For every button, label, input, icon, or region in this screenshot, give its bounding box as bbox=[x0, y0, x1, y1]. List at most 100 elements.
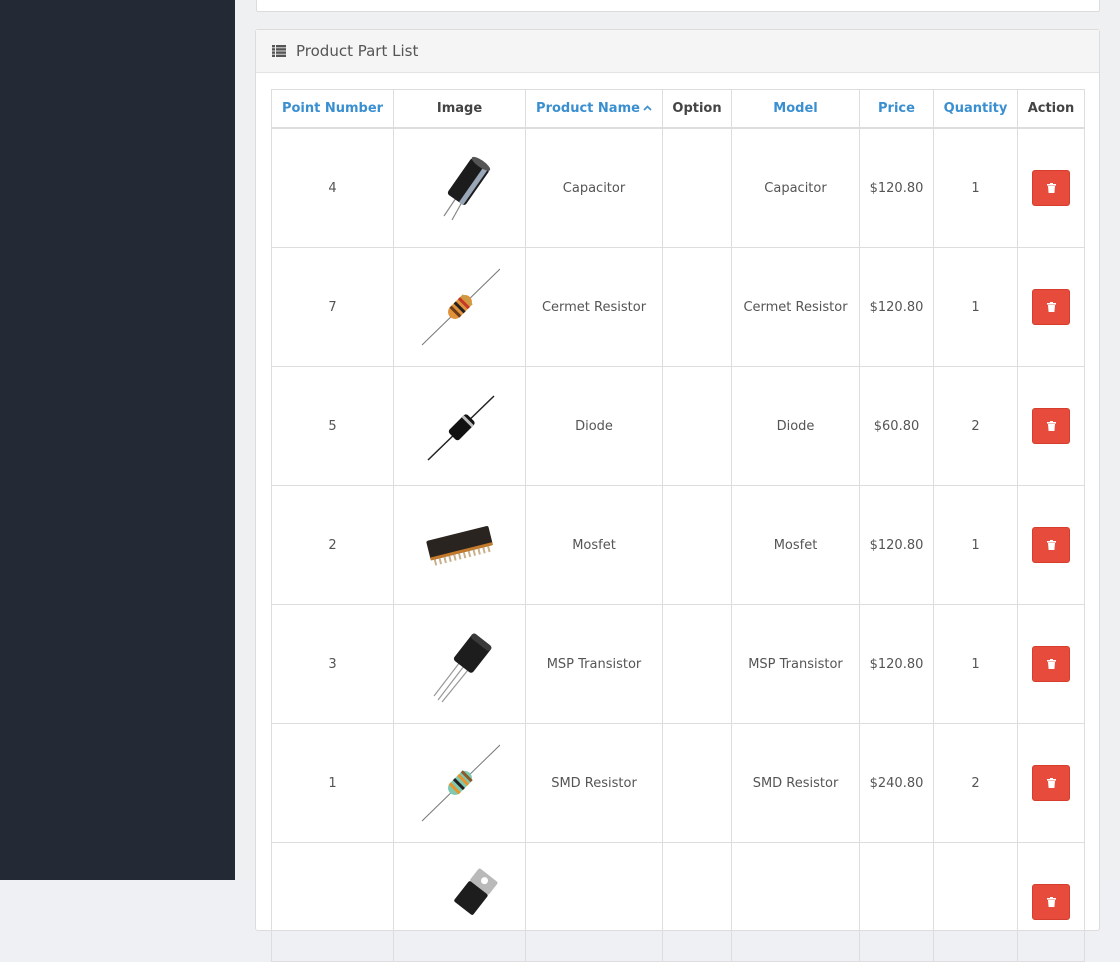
main-content: Product Part List Point Number Image Pro… bbox=[235, 0, 1120, 962]
model-cell: Mosfet bbox=[731, 485, 860, 605]
model-cell: Diode bbox=[731, 366, 860, 486]
product-name-cell: Mosfet bbox=[525, 485, 663, 605]
table-row: 3 MSP Transistor MSP Transistor $120.80 … bbox=[271, 604, 1085, 724]
table-header-row: Point Number Image Product Name Option M… bbox=[271, 89, 1085, 129]
action-cell bbox=[1017, 127, 1085, 248]
point-number-cell bbox=[271, 842, 394, 962]
table-row bbox=[271, 842, 1085, 962]
point-number-cell: 2 bbox=[271, 485, 394, 605]
quantity-cell: 2 bbox=[933, 723, 1018, 843]
action-cell bbox=[1017, 723, 1085, 843]
point-number-cell: 1 bbox=[271, 723, 394, 843]
image-cell bbox=[393, 604, 526, 724]
product-part-list-panel: Product Part List Point Number Image Pro… bbox=[255, 29, 1100, 962]
price-cell: $120.80 bbox=[859, 604, 934, 724]
panel-heading: Product Part List bbox=[256, 30, 1099, 73]
quantity-cell: 2 bbox=[933, 366, 1018, 486]
diode-image bbox=[426, 395, 495, 461]
quantity-cell: 1 bbox=[933, 604, 1018, 724]
col-quantity[interactable]: Quantity bbox=[933, 89, 1018, 129]
option-cell bbox=[662, 842, 732, 962]
delete-button[interactable] bbox=[1032, 765, 1070, 801]
delete-button[interactable] bbox=[1032, 408, 1070, 444]
option-cell bbox=[662, 127, 732, 248]
trash-icon bbox=[1046, 540, 1056, 550]
action-cell bbox=[1017, 842, 1085, 962]
trash-icon bbox=[1046, 897, 1056, 907]
point-number-cell: 5 bbox=[271, 366, 394, 486]
trash-icon bbox=[1046, 778, 1056, 788]
panel-title: Product Part List bbox=[296, 42, 419, 60]
image-cell bbox=[393, 723, 526, 843]
product-name-cell: Cermet Resistor bbox=[525, 247, 663, 367]
quantity-cell: 1 bbox=[933, 247, 1018, 367]
option-cell bbox=[662, 485, 732, 605]
capacitor-image bbox=[443, 156, 490, 221]
price-cell: $120.80 bbox=[859, 127, 934, 248]
table-row: 1 SMD Resistor SMD Resistor $240.80 2 bbox=[271, 723, 1085, 843]
price-cell bbox=[859, 842, 934, 962]
product-table: Point Number Image Product Name Option M… bbox=[271, 89, 1085, 962]
price-cell: $60.80 bbox=[859, 366, 934, 486]
sidebar bbox=[0, 0, 235, 880]
model-cell bbox=[731, 842, 860, 962]
delete-button[interactable] bbox=[1032, 289, 1070, 325]
list-icon bbox=[272, 45, 286, 57]
option-cell bbox=[662, 247, 732, 367]
col-price[interactable]: Price bbox=[859, 89, 934, 129]
option-cell bbox=[662, 366, 732, 486]
quantity-cell: 1 bbox=[933, 485, 1018, 605]
transistor-image bbox=[433, 633, 491, 703]
table-row: 4 Capacitor Capacitor $120.80 1 bbox=[271, 127, 1085, 248]
image-cell bbox=[393, 127, 526, 248]
trash-icon bbox=[1046, 421, 1056, 431]
col-image: Image bbox=[393, 89, 526, 129]
delete-button[interactable] bbox=[1032, 646, 1070, 682]
model-cell: MSP Transistor bbox=[731, 604, 860, 724]
col-point-number[interactable]: Point Number bbox=[271, 89, 394, 129]
point-number-cell: 7 bbox=[271, 247, 394, 367]
image-cell bbox=[393, 366, 526, 486]
top-panel bbox=[256, 0, 1100, 12]
quantity-cell: 1 bbox=[933, 127, 1018, 248]
delete-button[interactable] bbox=[1032, 170, 1070, 206]
price-cell: $120.80 bbox=[859, 247, 934, 367]
product-name-cell: SMD Resistor bbox=[525, 723, 663, 843]
table-row: 2 Mosfet Mosfet $120.80 1 bbox=[271, 485, 1085, 605]
image-cell bbox=[393, 842, 526, 962]
mosfet-image bbox=[425, 526, 493, 566]
col-model[interactable]: Model bbox=[731, 89, 860, 129]
product-name-cell: Diode bbox=[525, 366, 663, 486]
col-option: Option bbox=[662, 89, 732, 129]
model-cell: SMD Resistor bbox=[731, 723, 860, 843]
price-cell: $240.80 bbox=[859, 723, 934, 843]
action-cell bbox=[1017, 366, 1085, 486]
trash-icon bbox=[1046, 302, 1056, 312]
image-cell bbox=[393, 247, 526, 367]
quantity-cell bbox=[933, 842, 1018, 962]
smd-resistor-image bbox=[421, 744, 500, 822]
col-action: Action bbox=[1017, 89, 1085, 129]
point-number-cell: 3 bbox=[271, 604, 394, 724]
cermet-resistor-image bbox=[421, 268, 500, 346]
delete-button[interactable] bbox=[1032, 884, 1070, 920]
trash-icon bbox=[1046, 183, 1056, 193]
image-cell bbox=[393, 485, 526, 605]
product-name-cell bbox=[525, 842, 663, 962]
action-cell bbox=[1017, 485, 1085, 605]
delete-button[interactable] bbox=[1032, 527, 1070, 563]
table-row: 7 Cermet Resistor Cermet Resistor $120.8… bbox=[271, 247, 1085, 367]
table-row: 5 Diode Diode $60.80 2 bbox=[271, 366, 1085, 486]
action-cell bbox=[1017, 247, 1085, 367]
model-cell: Capacitor bbox=[731, 127, 860, 248]
product-name-cell: MSP Transistor bbox=[525, 604, 663, 724]
option-cell bbox=[662, 604, 732, 724]
trash-icon bbox=[1046, 659, 1056, 669]
voltage-regulator-image bbox=[453, 868, 497, 915]
action-cell bbox=[1017, 604, 1085, 724]
col-product-name[interactable]: Product Name bbox=[525, 89, 663, 129]
option-cell bbox=[662, 723, 732, 843]
price-cell: $120.80 bbox=[859, 485, 934, 605]
product-name-cell: Capacitor bbox=[525, 127, 663, 248]
sort-up-icon bbox=[643, 105, 652, 111]
